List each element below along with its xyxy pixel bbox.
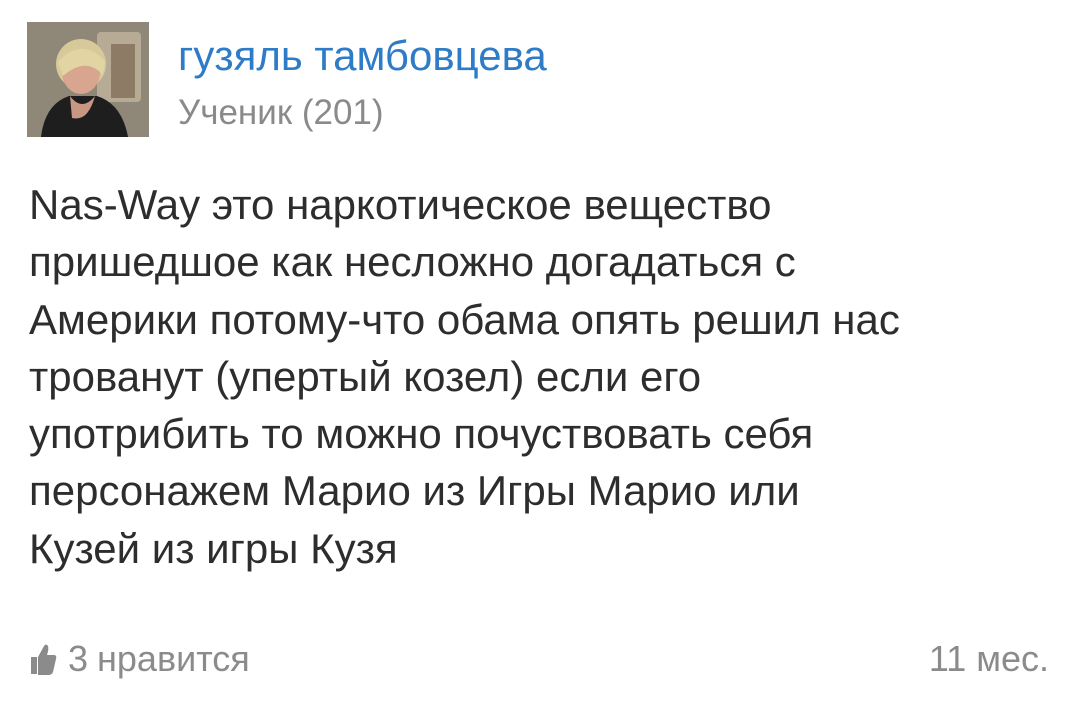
like-button[interactable]: 3 нравится <box>28 630 250 688</box>
answer-line: Nas-Way это наркотическое вещество <box>29 181 772 228</box>
answer-card: гузяль тамбовцева Ученик (201) Nas-Way э… <box>0 0 1080 716</box>
thumbs-up-icon <box>28 642 58 676</box>
answer-footer: 3 нравится 11 мес. <box>0 630 1080 690</box>
answer-text: Nas-Way это наркотическое вещество прише… <box>29 176 1059 577</box>
answer-line: Америки потому-что обама опять решил нас <box>29 295 900 343</box>
answer-line: Кузей из игры Кузя <box>29 524 398 572</box>
avatar[interactable] <box>27 22 149 137</box>
like-label: нравится <box>97 638 250 679</box>
avatar-photo <box>27 22 149 137</box>
answer-line: трованут (упертый козел) если его <box>29 352 702 400</box>
author-rank: Ученик (201) <box>178 93 384 132</box>
author-name[interactable]: гузяль тамбовцева <box>178 30 547 82</box>
like-count: 3 <box>68 638 89 679</box>
timestamp: 11 мес. <box>928 638 1049 679</box>
answer-line: персонажем Марио из Игры Марио или <box>29 467 800 515</box>
answer-line: пришедшое как несложно догадаться с <box>29 238 796 286</box>
answer-line: употрибить то можно почуствовать себя <box>29 410 814 458</box>
